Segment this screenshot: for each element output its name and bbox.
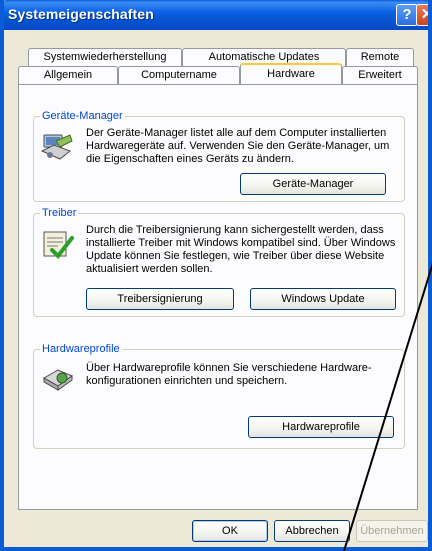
- window-title: Systemeigenschaften: [8, 6, 154, 22]
- help-button[interactable]: ?: [396, 4, 418, 26]
- hardware-profiles-icon: [42, 369, 74, 391]
- apply-button[interactable]: Übernehmen: [356, 520, 428, 542]
- tab-computername[interactable]: Computername: [118, 66, 240, 84]
- device-manager-description: Der Geräte-Manager listet alle auf dem C…: [86, 127, 390, 165]
- drivers-group: Treiber Durch die Treibersignierung kann…: [33, 206, 405, 317]
- tab-label: Hardware: [267, 68, 315, 80]
- group-title: Hardwareprofile: [40, 342, 122, 356]
- tab-allgemein[interactable]: Allgemein: [18, 66, 118, 84]
- title-bar[interactable]: Systemeigenschaften ? ✕: [4, 0, 428, 30]
- tab-label: Automatische Updates: [208, 51, 320, 63]
- tab-label: Allgemein: [43, 69, 93, 81]
- ok-button[interactable]: OK: [192, 520, 268, 542]
- driver-signing-icon: [43, 231, 74, 260]
- drivers-description: Durch die Treibersignierung kann sicherg…: [86, 224, 396, 275]
- group-title: Treiber: [40, 206, 79, 220]
- tab-hardware[interactable]: Hardware: [240, 63, 342, 84]
- hardware-tab-panel: Geräte-Manager Der Geräte-Manager listet…: [18, 84, 418, 510]
- device-manager-button[interactable]: Geräte-Manager: [240, 173, 386, 195]
- close-button[interactable]: ✕: [416, 4, 428, 26]
- tab-label: Systemwiederherstellung: [43, 51, 167, 63]
- windows-update-button[interactable]: Windows Update: [250, 288, 396, 310]
- device-manager-icon: [40, 134, 73, 160]
- tab-label: Erweitert: [358, 69, 402, 81]
- tab-erweitert[interactable]: Erweitert: [342, 66, 418, 84]
- driver-signing-button[interactable]: Treibersignierung: [86, 288, 234, 310]
- help-icon: ?: [402, 6, 412, 23]
- device-manager-group: Geräte-Manager Der Geräte-Manager listet…: [33, 109, 405, 202]
- system-properties-window: Systemeigenschaften ? ✕ Systemwiederhers…: [0, 0, 432, 551]
- tab-remote[interactable]: Remote: [346, 48, 414, 66]
- cancel-button[interactable]: Abbrechen: [274, 520, 350, 542]
- hardware-profiles-group: Hardwareprofile Über Hardwareprofile kön…: [33, 342, 405, 449]
- close-icon: ✕: [421, 6, 428, 23]
- tab-systemwiederherstellung[interactable]: Systemwiederherstellung: [28, 48, 182, 66]
- tab-label: Remote: [360, 51, 400, 63]
- hardware-profiles-button[interactable]: Hardwareprofile: [248, 416, 394, 438]
- tab-label: Computername: [141, 69, 217, 81]
- hardware-profiles-description: Über Hardwareprofile können Sie verschie…: [86, 362, 372, 387]
- group-title: Geräte-Manager: [40, 109, 125, 123]
